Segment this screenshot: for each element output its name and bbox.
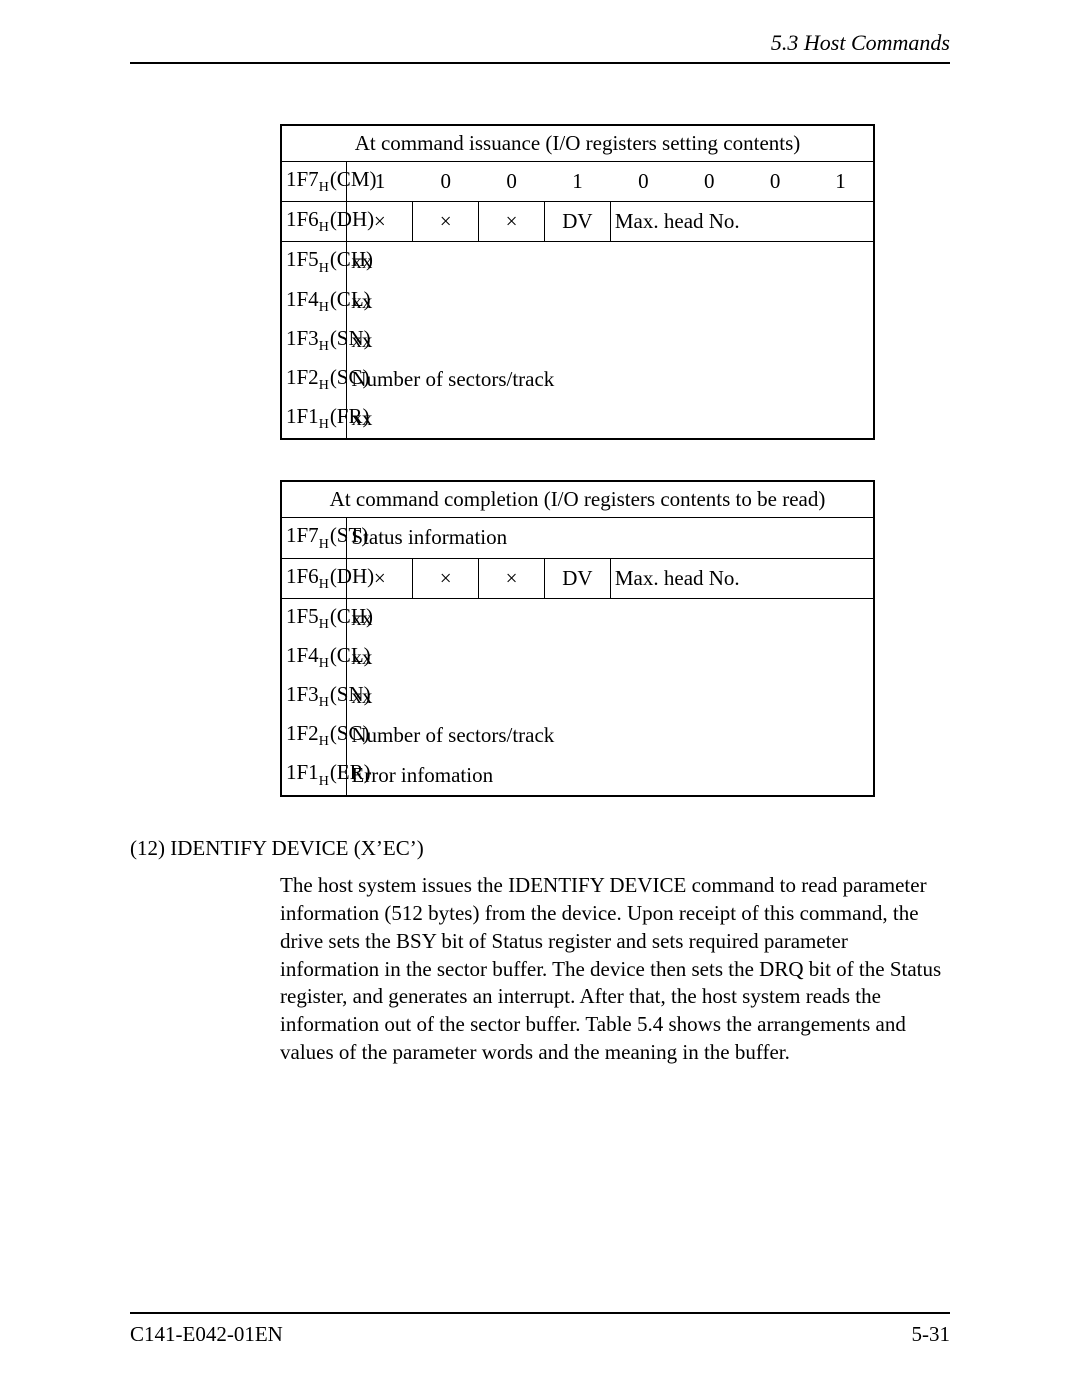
table2-row-st: 1F7H(ST) Status information (281, 518, 874, 558)
table1-row-fr: 1F1H(FR) xx (281, 399, 874, 439)
section-heading: (12) IDENTIFY DEVICE (X’EC’) (130, 835, 950, 863)
page-footer: C141-E042-01EN 5-31 (130, 1322, 950, 1347)
table1-title: At command issuance (I/O registers setti… (281, 125, 874, 162)
footer-rule (130, 1312, 950, 1314)
table2-row-cl: 1F4H(CL) xx (281, 638, 874, 677)
footer-page-number: 5-31 (912, 1322, 951, 1347)
table1-row-sn: 1F3H(SN) xx (281, 321, 874, 360)
table1-row-dh: 1F6H(DH) × × × DV Max. head No. (281, 202, 874, 242)
footer-doc-id: C141-E042-01EN (130, 1322, 283, 1347)
table2-row-er: 1F1H(ER) Error infomation (281, 755, 874, 795)
table2-title: At command completion (I/O registers con… (281, 481, 874, 518)
issuance-table: At command issuance (I/O registers setti… (280, 124, 875, 440)
table2-row-sc: 1F2H(SC) Number of sectors/track (281, 716, 874, 755)
reg-label: 1F7H(CM) (286, 167, 376, 191)
completion-table: At command completion (I/O registers con… (280, 480, 875, 796)
page: 5.3 Host Commands At command issuance (I… (0, 0, 1080, 1397)
section-identify-device: (12) IDENTIFY DEVICE (X’EC’) The host sy… (130, 835, 950, 1067)
table2-row-ch: 1F5H(CH) xx (281, 598, 874, 638)
table1-row-ch: 1F5H(CH) xx (281, 242, 874, 282)
section-body: The host system issues the IDENTIFY DEVI… (280, 872, 950, 1066)
table2-row-dh: 1F6H(DH) × × × DV Max. head No. (281, 558, 874, 598)
table2-row-sn: 1F3H(SN) xx (281, 677, 874, 716)
reg-label: 1F6H(DH) (286, 207, 374, 231)
header-rule (130, 62, 950, 64)
header-section: 5.3 Host Commands (771, 30, 950, 55)
table1-row-cl: 1F4H(CL) xx (281, 282, 874, 321)
table1-row-cm: 1F7H(CM) 1 0 0 1 0 0 0 1 (281, 162, 874, 202)
table1-row-sc: 1F2H(SC) Number of sectors/track (281, 360, 874, 399)
page-header: 5.3 Host Commands (130, 30, 950, 56)
